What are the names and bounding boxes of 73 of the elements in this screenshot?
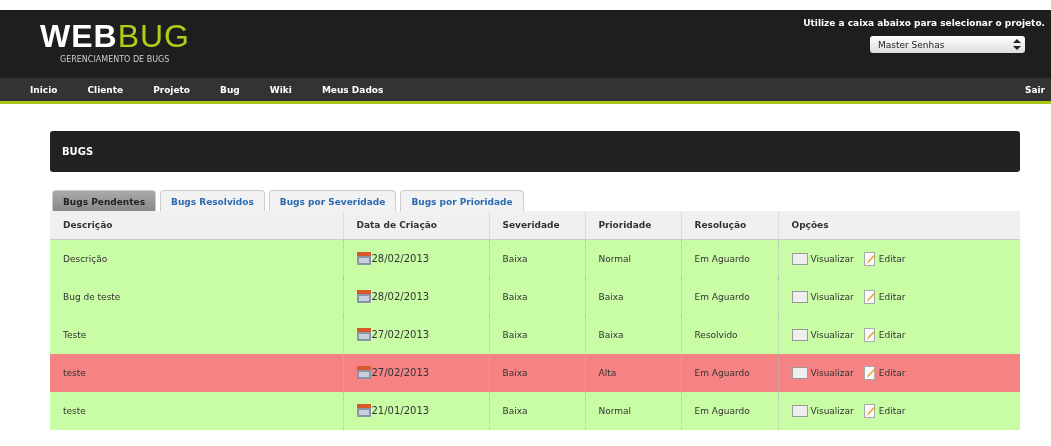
nav-link[interactable]: Wiki [269,84,292,95]
nav-link[interactable]: Projeto [153,84,191,95]
nav-link[interactable]: Bug [220,84,240,95]
project-select[interactable]: Master Senhas [870,36,1025,53]
table-cell: Baixa [502,254,528,264]
tab[interactable]: Bugs Resolvidos [160,190,265,211]
table-cell: Baixa [598,292,624,302]
table-cell: Em Aguardo [694,292,750,302]
table-cell: Em Aguardo [694,254,750,264]
edit-link[interactable]: Editar [863,251,906,266]
column-header: Descrição [50,211,343,240]
column-header: Prioridade [585,211,681,240]
table-cell: Em Aguardo [694,406,750,416]
table-cell: Resolvido [694,330,738,340]
table-cell: Baixa [502,406,528,416]
table-cell: Descrição [63,254,108,264]
view-link[interactable]: Visualizar [791,289,854,304]
edit-link[interactable]: Editar [863,365,906,380]
table-cell: Baixa [598,330,624,340]
table-cell: teste [63,368,86,378]
table-cell: 27/02/2013 [371,328,430,340]
table-cell: 28/02/2013 [371,290,430,302]
tab[interactable]: Bugs Pendentes [52,190,157,211]
edit-link[interactable]: Editar [863,327,906,342]
pencil-icon [863,327,876,342]
table-cell: Alta [598,368,617,378]
window-icon [791,328,808,341]
table-cell: Baixa [502,368,528,378]
column-header: Opções [778,211,1020,240]
pencil-icon [863,251,876,266]
view-link[interactable]: Visualizar [791,365,854,380]
table-cell: Normal [598,254,632,264]
calendar-icon [356,289,371,303]
view-link[interactable]: Visualizar [791,251,854,266]
table-cell: 21/01/2013 [371,404,430,416]
window-icon [791,366,808,379]
table-cell: Bug de teste [63,292,121,302]
edit-link[interactable]: Editar [863,289,906,304]
edit-link[interactable]: Editar [863,403,906,418]
table-cell: Em Aguardo [694,368,750,378]
pencil-icon [863,365,876,380]
column-header: Resolução [681,211,778,240]
logo: WEBBUG [40,20,190,52]
nav-link[interactable]: Inicio [30,84,58,95]
calendar-icon [356,403,371,417]
column-header: Data de Criação [343,211,489,240]
panel-title: BUGS [62,146,94,157]
view-link[interactable]: Visualizar [791,327,854,342]
calendar-icon [356,327,371,341]
calendar-icon [356,365,371,379]
table-cell: Baixa [502,330,528,340]
tab[interactable]: Bugs por Severidade [268,190,397,211]
table-cell: Baixa [502,292,528,302]
table-cell: 27/02/2013 [371,366,430,378]
window-icon [791,252,808,265]
nav-link[interactable]: Cliente [87,84,124,95]
table-cell: 28/02/2013 [371,252,430,264]
pencil-icon [863,289,876,304]
view-link[interactable]: Visualizar [791,403,854,418]
project-hint: Utilize a caixa abaixo para selecionar o projeto. [803,18,1045,28]
logout-link[interactable]: Sair [1024,84,1045,95]
column-header: Severidade [489,211,585,240]
nav-link[interactable]: Meus Dados [321,84,384,95]
table-cell: teste [63,406,86,416]
table-cell: Normal [598,406,632,416]
calendar-icon [356,251,371,265]
tagline: GERENCIAMENTO DE BUGS [60,55,171,64]
updown-icon [1013,39,1021,50]
window-icon [791,290,808,303]
tab[interactable]: Bugs por Prioridade [400,190,524,211]
window-icon [791,404,808,417]
pencil-icon [863,403,876,418]
table-cell: Teste [63,330,87,340]
